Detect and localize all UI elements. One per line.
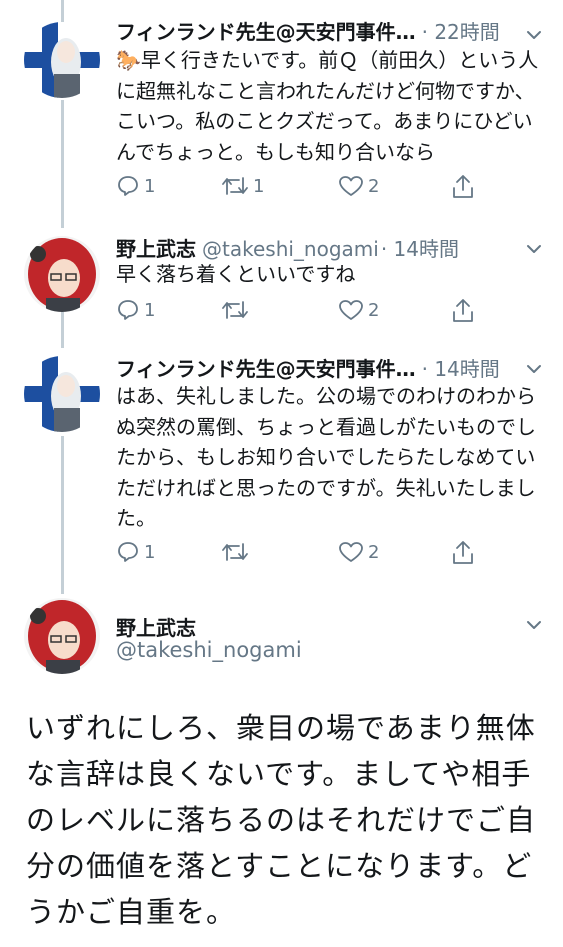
reply-count: 1 xyxy=(144,299,156,321)
avatar[interactable] xyxy=(24,22,100,98)
reply-count: 1 xyxy=(144,175,156,197)
avatar-image xyxy=(24,356,100,432)
chevron-down-icon[interactable] xyxy=(525,240,543,258)
like-icon xyxy=(339,176,363,196)
like-count: 2 xyxy=(368,175,380,197)
display-name[interactable]: フィンランド先生@天安門事件… xyxy=(116,16,416,45)
avatar[interactable] xyxy=(24,598,100,674)
avatar-image xyxy=(24,236,100,312)
tweet-actions: 1 1 2 xyxy=(116,174,536,200)
tweet-header: フィンランド先生@天安門事件… · 14時間 xyxy=(116,353,543,382)
reply-icon xyxy=(118,300,138,320)
display-name[interactable]: フィンランド先生@天安門事件… xyxy=(116,353,416,382)
avatar-image xyxy=(24,22,100,98)
reply-icon xyxy=(118,542,138,562)
retweet-icon xyxy=(222,177,248,195)
tweet-actions: 1 2 xyxy=(116,540,536,566)
tweet-text: はあ、失礼しました。公の場でのわけのわからぬ突然の罵倒、ちょっと看過しがたいもの… xyxy=(116,384,536,530)
reply-icon xyxy=(118,176,138,196)
timestamp[interactable]: · 14時間 xyxy=(381,233,459,262)
like-button[interactable]: 2 xyxy=(338,540,379,564)
avatar[interactable] xyxy=(24,356,100,432)
share-icon xyxy=(453,541,473,564)
like-button[interactable]: 2 xyxy=(338,298,379,322)
tweet[interactable]: 野上武志 @takeshi_nogami · 14時間 早く落ち着くといいですね… xyxy=(0,228,563,348)
retweet-button[interactable]: 1 xyxy=(221,174,264,198)
share-button[interactable] xyxy=(451,540,475,566)
share-icon xyxy=(453,299,473,322)
chevron-down-icon[interactable] xyxy=(525,26,543,44)
avatar[interactable] xyxy=(24,236,100,312)
timestamp[interactable]: · 14時間 xyxy=(422,353,500,382)
share-button[interactable] xyxy=(451,298,475,324)
like-icon xyxy=(339,300,363,320)
tweet-text: 🐎早く行きたいです。前Ｑ（前田久）という人に超無礼なこと言われたんだけど何物です… xyxy=(116,48,539,164)
like-count: 2 xyxy=(368,299,380,321)
user-handle[interactable]: @takeshi_nogami xyxy=(116,638,302,662)
reply-button[interactable]: 1 xyxy=(116,540,155,564)
user-handle[interactable]: @takeshi_nogami xyxy=(202,237,379,261)
retweet-icon xyxy=(222,543,248,561)
like-icon xyxy=(339,542,363,562)
tweet-actions: 1 2 xyxy=(116,298,536,324)
tweet-header: 野上武志 @takeshi_nogami · 14時間 xyxy=(116,233,543,262)
reply-button[interactable]: 1 xyxy=(116,174,155,198)
avatar-image xyxy=(24,598,100,674)
retweet-button[interactable] xyxy=(221,298,253,322)
tweet-text: いずれにしろ、衆目の場であまり無体な言辞は良くないです。ましてや相手のレベルに落… xyxy=(26,711,537,929)
tweet-text: 早く落ち着くといいですね xyxy=(116,262,356,286)
retweet-button[interactable] xyxy=(221,540,253,564)
reply-button[interactable]: 1 xyxy=(116,298,155,322)
timestamp[interactable]: · 22時間 xyxy=(422,16,500,45)
retweet-icon xyxy=(222,301,248,319)
share-icon xyxy=(453,175,473,198)
reply-count: 1 xyxy=(144,541,156,563)
tweet[interactable]: フィンランド先生@天安門事件… · 22時間 🐎早く行きたいです。前Ｑ（前田久）… xyxy=(0,0,563,228)
tweet[interactable]: フィンランド先生@天安門事件… · 14時間 はあ、失礼しました。公の場でのわけ… xyxy=(0,348,563,594)
chevron-down-icon[interactable] xyxy=(525,616,543,634)
display-name[interactable]: 野上武志 xyxy=(116,233,196,262)
like-count: 2 xyxy=(368,541,380,563)
tweet-header: フィンランド先生@天安門事件… · 22時間 xyxy=(116,16,543,45)
like-button[interactable]: 2 xyxy=(338,174,379,198)
chevron-down-icon[interactable] xyxy=(525,360,543,378)
main-tweet[interactable]: 野上武志 @takeshi_nogami いずれにしろ、衆目の場であまり無体な言… xyxy=(0,594,563,947)
retweet-count: 1 xyxy=(253,175,265,197)
display-name[interactable]: 野上武志 xyxy=(116,612,196,641)
share-button[interactable] xyxy=(451,174,475,200)
